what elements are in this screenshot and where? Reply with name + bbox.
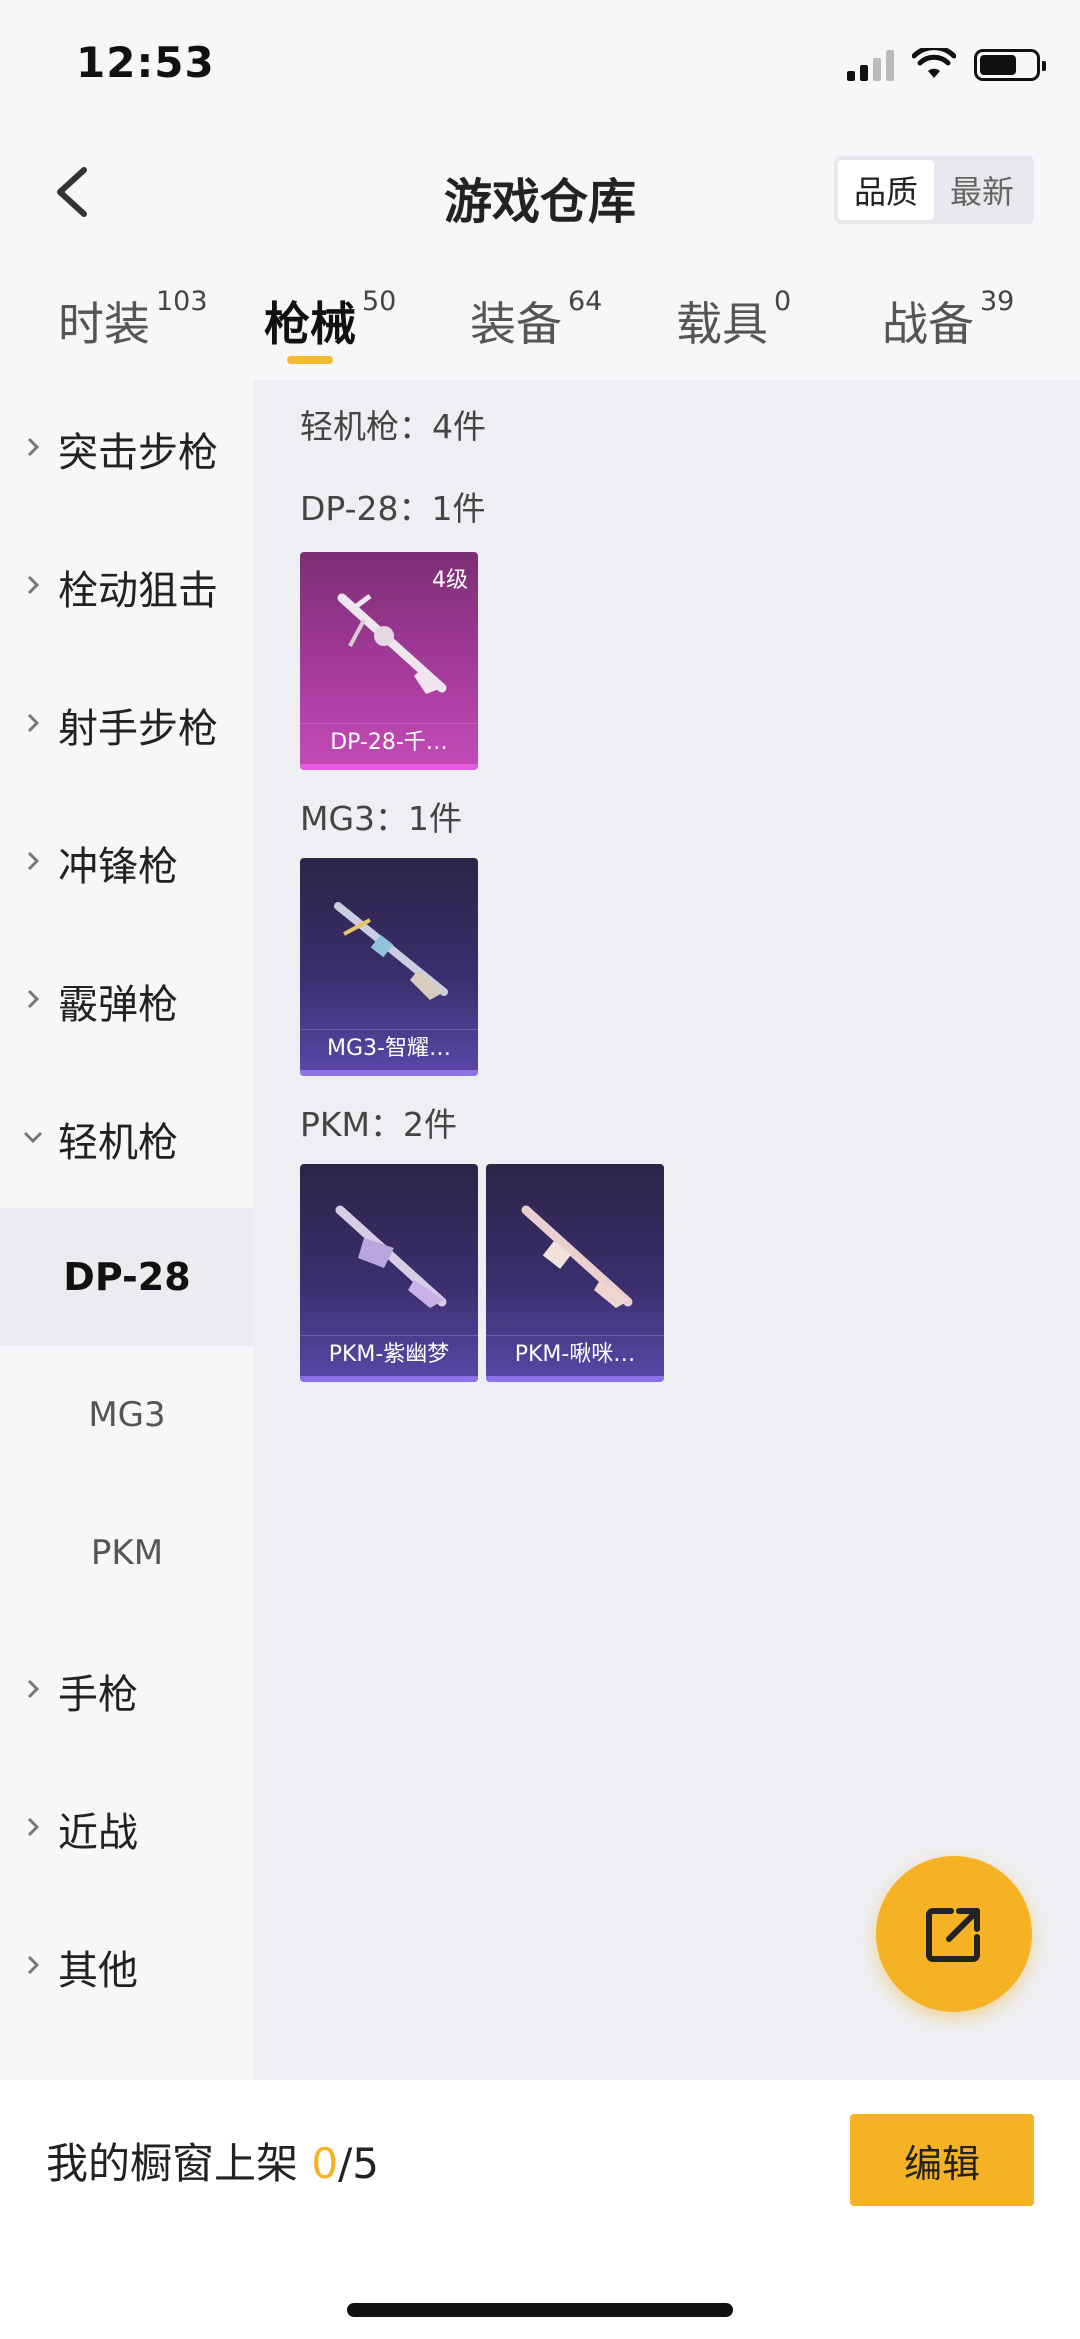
chevron-down-icon [23, 1131, 43, 1144]
group-heading-mg3: MG3：1件 [300, 799, 463, 838]
item-name: MG3-智耀… [327, 1036, 451, 1061]
chevron-right-icon [27, 851, 40, 871]
sidebar-item-shotgun[interactable]: 霰弹枪 [0, 932, 254, 1070]
chevron-right-icon [27, 1955, 40, 1975]
footer-bar: 我的橱窗上架 0/5 编辑 [0, 2080, 1080, 2339]
sidebar-item-smg[interactable]: 冲锋枪 [0, 794, 254, 932]
sort-toggle: 品质 最新 [834, 156, 1034, 224]
status-bar: 12:53 [0, 0, 1080, 132]
tab-fashion[interactable]: 时装 103 [58, 286, 208, 354]
showcase-count: 0 [311, 2139, 339, 2188]
chevron-right-icon [27, 713, 40, 733]
chevron-right-icon [27, 575, 40, 595]
chevron-right-icon [27, 989, 40, 1009]
sidebar-subitem-pkm[interactable]: PKM [0, 1484, 254, 1622]
item-card-pkm-2[interactable]: PKM-啾咪… [486, 1164, 664, 1382]
item-level-badge: 4级 [432, 568, 468, 593]
sidebar-item-assault-rifle[interactable]: 突击步枪 [0, 380, 254, 518]
sidebar-item-other[interactable]: 其他 [0, 1898, 254, 2036]
sidebar-item-pistol[interactable]: 手枪 [0, 1622, 254, 1760]
group-heading-pkm: PKM：2件 [300, 1105, 458, 1144]
home-indicator [347, 2303, 733, 2317]
sidebar-item-melee[interactable]: 近战 [0, 1760, 254, 1898]
sidebar-item-bolt-sniper[interactable]: 栓动狙击 [0, 518, 254, 656]
item-card-pkm-1[interactable]: PKM-紫幽梦 [300, 1164, 478, 1382]
share-button[interactable] [876, 1856, 1032, 2012]
sidebar-item-lmg[interactable]: 轻机枪 [0, 1070, 254, 1208]
item-list: 轻机枪：4件 DP-28：1件 4级 DP-28-千… MG3：1件 MG3-智… [254, 380, 1080, 2080]
item-name: DP-28-千… [330, 730, 448, 755]
wifi-icon [912, 48, 956, 78]
sidebar-subitem-mg3[interactable]: MG3 [0, 1346, 254, 1484]
sort-quality-button[interactable]: 品质 [838, 160, 934, 220]
gun-image [337, 593, 447, 694]
showcase-label: 我的橱窗上架 0/5 [46, 2139, 379, 2188]
tab-equipment[interactable]: 装备 64 [470, 286, 602, 354]
chevron-right-icon [27, 437, 40, 457]
status-time: 12:53 [76, 38, 215, 87]
item-card-mg3[interactable]: MG3-智耀… [300, 858, 478, 1076]
chevron-right-icon [27, 1817, 40, 1837]
category-tabs: 时装 103 枪械 50 装备 64 载具 0 战备 39 [0, 270, 1080, 380]
share-icon [926, 1908, 980, 1962]
battery-icon [974, 49, 1046, 81]
tab-vehicles[interactable]: 载具 0 [676, 286, 791, 354]
signal-icon [847, 49, 894, 81]
sort-newest-button[interactable]: 最新 [934, 160, 1030, 220]
item-card-dp28[interactable]: 4级 DP-28-千… [300, 552, 478, 770]
chevron-right-icon [27, 1679, 40, 1699]
tab-supplies[interactable]: 战备 39 [882, 286, 1014, 354]
tab-guns[interactable]: 枪械 50 [264, 286, 396, 354]
status-icons [847, 48, 1046, 82]
sidebar-subitem-dp28[interactable]: DP-28 [0, 1208, 254, 1346]
item-name: PKM-紫幽梦 [328, 1342, 450, 1367]
edit-button[interactable]: 编辑 [850, 2114, 1034, 2206]
sidebar: 突击步枪 栓动狙击 射手步枪 冲锋枪 霰弹枪 轻机枪 DP-28 MG3 PKM… [0, 380, 254, 2080]
gun-image [334, 902, 448, 1000]
sidebar-item-marksman-rifle[interactable]: 射手步枪 [0, 656, 254, 794]
gun-image [521, 1205, 633, 1308]
gun-image [335, 1205, 447, 1308]
group-heading-dp28: DP-28：1件 [300, 489, 486, 528]
nav-bar: 游戏仓库 品质 最新 [0, 132, 1080, 252]
tab-active-indicator [287, 356, 333, 364]
category-heading: 轻机枪：4件 [300, 407, 486, 446]
item-name: PKM-啾咪… [514, 1342, 636, 1367]
